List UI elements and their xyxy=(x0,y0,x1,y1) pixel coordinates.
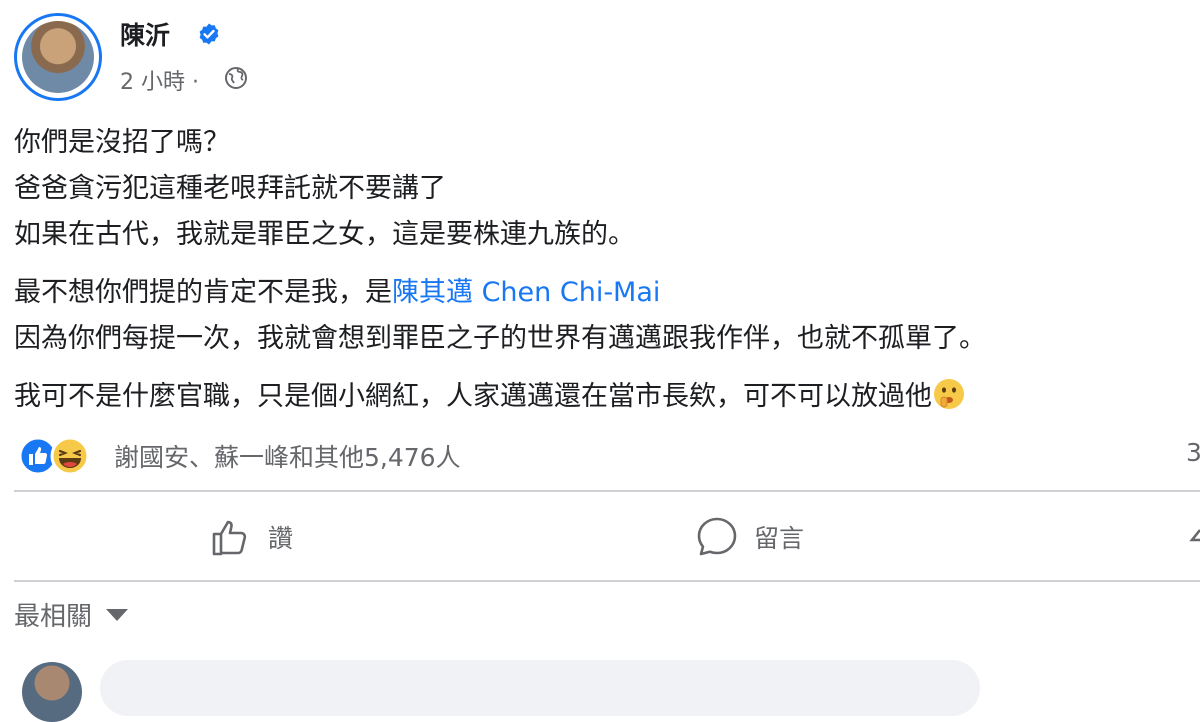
paragraph-1: 你們是沒招了嗎？ 爸爸貪污犯這種老哏拜託就不要講了 如果在古代，我就是罪臣之女，… xyxy=(14,120,1200,258)
text-line: 我可不是什麼官職，只是個小網紅，人家邁邁還在當市長欸，可不可以放過他 xyxy=(14,374,1200,420)
text-segment: 最不想你們提的肯定不是我，是 xyxy=(14,277,392,308)
post-body: 你們是沒招了嗎？ 爸爸貪污犯這種老哏拜託就不要講了 如果在古代，我就是罪臣之女，… xyxy=(14,120,1200,420)
text-segment: 我可不是什麼官職，只是個小網紅，人家邁邁還在當市長欸，可不可以放過他 xyxy=(14,381,932,412)
thumbs-up-icon xyxy=(212,520,247,556)
share-icon[interactable] xyxy=(1188,524,1200,554)
divider xyxy=(14,490,1200,492)
divider xyxy=(14,580,1200,582)
comment-sort-dropdown[interactable]: 最相關 xyxy=(14,596,129,633)
shushing-face-emoji-icon xyxy=(934,379,964,409)
speech-bubble-icon xyxy=(697,517,737,556)
caret-down-icon xyxy=(106,608,129,621)
text-line: 如果在古代，我就是罪臣之女，這是要株連九族的。 xyxy=(14,219,635,250)
comment-label: 留言 xyxy=(754,524,805,553)
globe-icon xyxy=(225,67,247,89)
mention-link[interactable]: 陳其邁 Chen Chi-Mai xyxy=(392,277,660,308)
author-name[interactable]: 陳沂 xyxy=(120,16,170,52)
verified-badge-icon xyxy=(199,23,219,45)
comment-button[interactable]: 留言 xyxy=(694,512,804,562)
reactions-text: 謝國安、蘇一峰和其他5,476人 xyxy=(114,443,461,472)
facebook-post: 陳沂 2 小時 · 你們是沒招了嗎？ 爸爸貪污犯這種老哏拜託就不要講了 如果在古… xyxy=(0,0,1200,722)
text-line: 你們是沒招了嗎？ xyxy=(14,127,230,158)
author-avatar[interactable] xyxy=(14,13,102,101)
like-label: 讚 xyxy=(268,524,294,553)
text-line: 最不想你們提的肯定不是我，是陳其邁 Chen Chi-Mai xyxy=(14,270,1200,316)
text-line: 因為你們每提一次，我就會想到罪臣之子的世界有邁邁跟我作伴，也就不孤單了。 xyxy=(14,323,986,354)
comment-count[interactable]: 3 xyxy=(1186,438,1200,467)
paragraph-3: 我可不是什麼官職，只是個小網紅，人家邁邁還在當市長欸，可不可以放過他 xyxy=(14,374,1200,420)
haha-icon xyxy=(50,436,90,476)
post-timestamp[interactable]: 2 小時 · xyxy=(120,64,199,96)
sort-label: 最相關 xyxy=(14,602,93,632)
text-line: 爸爸貪污犯這種老哏拜託就不要講了 xyxy=(14,173,446,204)
like-button[interactable]: 讚 xyxy=(208,512,293,562)
commenter-avatar xyxy=(22,662,82,722)
comment-input[interactable] xyxy=(100,660,980,716)
avatar-photo xyxy=(22,21,94,93)
paragraph-2: 最不想你們提的肯定不是我，是陳其邁 Chen Chi-Mai 因為你們每提一次，… xyxy=(14,270,1200,362)
